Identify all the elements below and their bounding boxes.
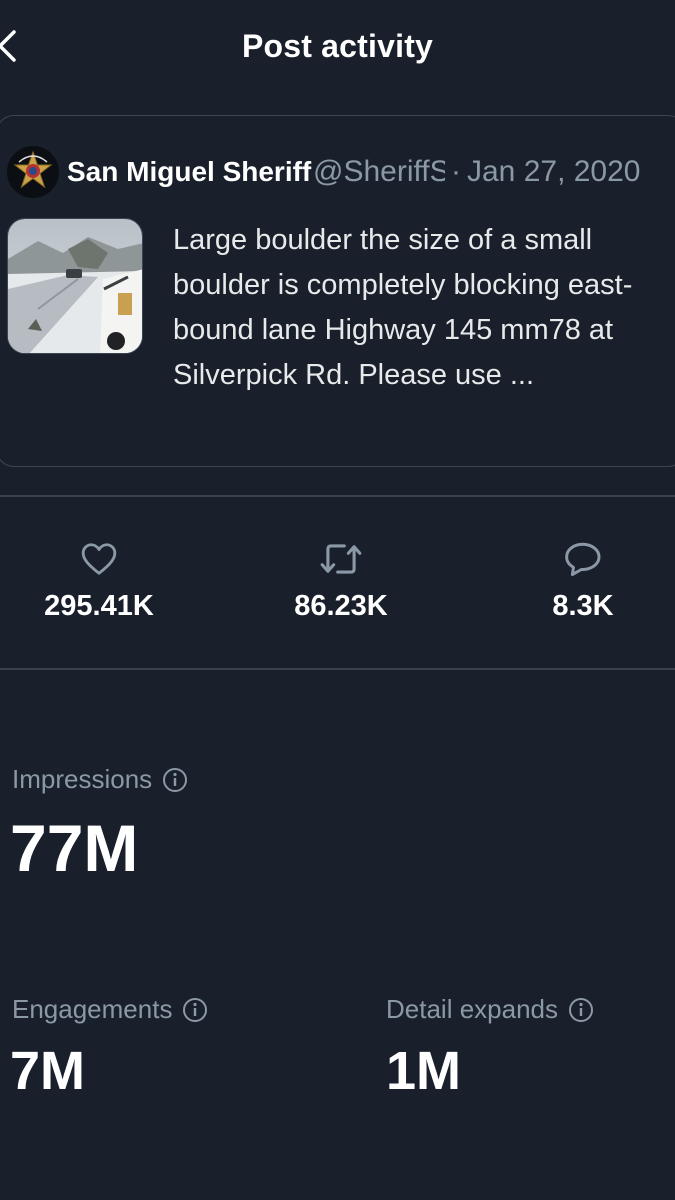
divider	[0, 668, 675, 670]
separator-dot: ·	[451, 155, 461, 188]
post-date[interactable]: Jan 27, 2020	[467, 155, 640, 189]
author-handle[interactable]: @SheriffSMC	[313, 155, 445, 189]
post-text: Large boulder the size of a small boulde…	[173, 224, 633, 391]
replies-stat[interactable]: 8.3K	[483, 538, 675, 623]
detail-expands-value: 1M	[386, 1041, 462, 1101]
divider	[0, 495, 675, 497]
info-icon[interactable]	[182, 997, 208, 1023]
likes-count: 295.41K	[44, 590, 154, 622]
replies-count: 8.3K	[552, 590, 614, 622]
reply-icon	[565, 542, 601, 577]
author-name[interactable]: San Miguel Sheriff	[67, 156, 313, 188]
detail-expands-label: Detail expands	[386, 994, 594, 1025]
post-header: San Miguel Sheriff @SheriffSMC · Jan 27,…	[7, 144, 675, 200]
post-image[interactable]	[7, 218, 143, 354]
info-icon[interactable]	[568, 997, 594, 1023]
heart-icon	[81, 543, 117, 575]
top-bar: Post activity	[0, 0, 675, 96]
impressions-label-text: Impressions	[12, 764, 153, 794]
engagements-value: 7M	[10, 1041, 86, 1101]
engagements-label: Engagements	[12, 994, 208, 1025]
reposts-stat[interactable]: 86.23K	[241, 538, 441, 623]
engagements-label-text: Engagements	[12, 994, 173, 1024]
info-icon[interactable]	[162, 767, 188, 793]
detail-expands-label-text: Detail expands	[386, 994, 558, 1024]
snowy-road-photo	[8, 219, 142, 353]
likes-stat[interactable]: 295.41K	[0, 538, 199, 623]
repost-icon	[320, 544, 362, 574]
impressions-label: Impressions	[12, 764, 188, 795]
avatar[interactable]	[7, 146, 59, 198]
page-title: Post activity	[241, 28, 434, 64]
sheriff-star-badge	[10, 149, 56, 195]
post-card[interactable]: San Miguel Sheriff @SheriffSMC · Jan 27,…	[0, 115, 675, 467]
impressions-value: 77M	[10, 811, 139, 885]
reposts-count: 86.23K	[294, 590, 388, 622]
